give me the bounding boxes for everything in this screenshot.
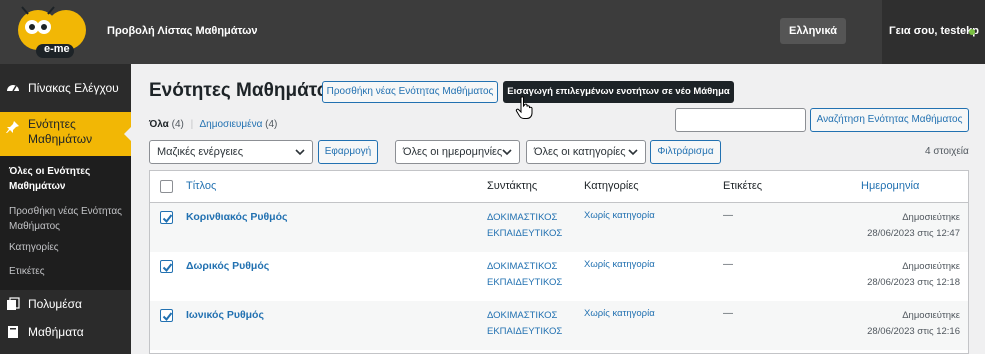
date-value: 28/06/2023 στις 12:47	[867, 228, 960, 239]
sidebar-item-label: Ενότητες Μαθημάτων	[28, 117, 93, 146]
sidebar-item-media[interactable]: Πολυμέσα	[0, 292, 131, 318]
sidebar-submenu: Όλες οι Ενότητες Μαθημάτων Προσθήκη νέας…	[0, 156, 131, 290]
select-all-checkbox[interactable]	[160, 180, 173, 193]
sidebar-item-label: Πίνακας Ελέγχου	[28, 81, 119, 95]
author-line: ΕΚΠΑΙΔΕΥΤΙΚΟΣ	[487, 326, 563, 337]
add-new-unit-button[interactable]: Προσθήκη νέας Ενότητας Μαθήματος	[322, 81, 498, 103]
filter-separator: |	[190, 119, 194, 130]
row-category-link[interactable]: Χωρίς κατηγορία	[584, 308, 655, 319]
row-date: Δημοσιεύτηκε 28/06/2023 στις 12:16	[840, 308, 960, 340]
row-checkbox[interactable]	[160, 211, 173, 224]
row-author-link[interactable]: ΔΟΚΙΜΑΣΤΙΚΟΣ ΕΚΠΑΙΔΕΥΤΙΚΟΣ	[487, 259, 597, 291]
check-icon	[162, 214, 173, 224]
table-header: Τίτλος Συντάκτης Κατηγορίες Ετικέτες Ημε…	[150, 171, 968, 203]
submenu-add-unit[interactable]: Προσθήκη νέας Ενότητας Μαθήματος	[9, 204, 127, 234]
pin-icon	[6, 120, 20, 134]
category-filter-select[interactable]: Όλες οι κατηγορίες	[526, 140, 646, 164]
row-tags: —	[723, 210, 733, 221]
current-indicator	[124, 127, 131, 141]
bulk-actions-select[interactable]: Μαζικές ενέργειες	[149, 140, 313, 164]
dashboard-icon	[6, 81, 20, 95]
row-author-link[interactable]: ΔΟΚΙΜΑΣΤΙΚΟΣ ΕΚΠΑΙΔΕΥΤΙΚΟΣ	[487, 308, 597, 340]
date-status: Δημοσιεύτηκε	[902, 212, 960, 223]
check-icon	[162, 263, 173, 273]
chevron-down-icon	[295, 149, 305, 156]
bulk-actions-value: Μαζικές ενέργειες	[157, 146, 243, 158]
sidebar-item-label: Πολυμέσα	[28, 297, 82, 311]
sidebar-item-lesson-units[interactable]: Ενότητες Μαθημάτων	[0, 112, 131, 156]
row-checkbox[interactable]	[160, 309, 173, 322]
import-selected-button[interactable]: Εισαγωγή επιλεγμένων ενοτήτων σε νέο Μάθ…	[503, 81, 734, 103]
author-line: ΕΚΠΑΙΔΕΥΤΙΚΟΣ	[487, 277, 563, 288]
filter-all-count: (4)	[171, 119, 184, 130]
table-row: Δωρικός Ρυθμός ΔΟΚΙΜΑΣΤΙΚΟΣ ΕΚΠΑΙΔΕΥΤΙΚΟ…	[150, 252, 968, 301]
table-row: Κορινθιακός Ρυθμός ΔΟΚΙΜΑΣΤΙΚΟΣ ΕΚΠΑΙΔΕΥ…	[150, 203, 968, 252]
row-title-link[interactable]: Ιωνικός Ρυθμός	[186, 309, 264, 321]
author-line: ΕΚΠΑΙΔΕΥΤΙΚΟΣ	[487, 228, 563, 239]
account-menu[interactable]: Γεια σου, testekp	[882, 0, 985, 64]
logo-text: e-me	[44, 43, 70, 55]
chevron-down-icon	[628, 149, 638, 156]
lesson-units-table: Τίτλος Συντάκτης Κατηγορίες Ετικέτες Ημε…	[149, 170, 969, 354]
filter-button[interactable]: Φιλτράρισμα	[650, 140, 721, 164]
date-status: Δημοσιεύτηκε	[902, 261, 960, 272]
top-bar: e-me Προβολή Λίστας Μαθημάτων Ελληνικά Γ…	[0, 0, 985, 64]
sidebar-item-lessons[interactable]: Μαθήματα	[0, 320, 131, 346]
language-button[interactable]: Ελληνικά	[780, 18, 846, 44]
date-value: 28/06/2023 στις 12:18	[867, 277, 960, 288]
date-status: Δημοσιεύτηκε	[902, 310, 960, 321]
row-title-link[interactable]: Κορινθιακός Ρυθμός	[186, 211, 287, 223]
search-input[interactable]	[675, 108, 806, 132]
site-title[interactable]: Προβολή Λίστας Μαθημάτων	[107, 25, 258, 37]
e-me-logo[interactable]: e-me	[8, 6, 100, 60]
filter-published-link[interactable]: Δημοσιευμένα	[199, 119, 262, 130]
date-value: 28/06/2023 στις 12:16	[867, 326, 960, 337]
column-author: Συντάκτης	[487, 180, 538, 192]
date-filter-value: Όλες οι ημερομηνίες	[403, 146, 503, 158]
filter-published-count: (4)	[265, 119, 278, 130]
column-categories: Κατηγορίες	[584, 180, 639, 192]
online-status-icon	[969, 29, 975, 35]
filter-all-link[interactable]: Όλα	[149, 119, 169, 130]
lessons-icon	[6, 325, 20, 339]
row-checkbox[interactable]	[160, 260, 173, 273]
search-button[interactable]: Αναζήτηση Ενότητας Μαθήματος	[810, 108, 969, 132]
category-filter-value: Όλες οι κατηγορίες	[534, 146, 626, 158]
status-filter-links: Όλα (4) | Δημοσιευμένα (4)	[149, 119, 277, 130]
media-icon	[6, 297, 20, 311]
submenu-tags[interactable]: Ετικέτες	[9, 264, 127, 279]
row-date: Δημοσιεύτηκε 28/06/2023 στις 12:18	[840, 259, 960, 291]
row-date: Δημοσιεύτηκε 28/06/2023 στις 12:47	[840, 210, 960, 242]
chevron-down-icon	[502, 149, 512, 156]
page-title: Ενότητες Μαθημάτων	[149, 80, 344, 101]
sidebar: Πίνακας Ελέγχου Ενότητες Μαθημάτων Όλες …	[0, 64, 131, 354]
row-category-link[interactable]: Χωρίς κατηγορία	[584, 210, 655, 221]
greeting-text: Γεια σου, testekp	[889, 25, 979, 37]
hand-cursor-icon	[515, 96, 535, 120]
author-line: ΔΟΚΙΜΑΣΤΙΚΟΣ	[487, 261, 558, 272]
submenu-all-units[interactable]: Όλες οι Ενότητες Μαθημάτων	[9, 164, 127, 194]
sidebar-item-dashboard[interactable]: Πίνακας Ελέγχου	[0, 72, 131, 102]
check-icon	[162, 312, 173, 322]
items-count: 4 στοιχεία	[925, 146, 969, 157]
apply-button[interactable]: Εφαρμογή	[318, 140, 378, 164]
column-date[interactable]: Ημερομηνία	[861, 180, 919, 192]
submenu-categories[interactable]: Κατηγορίες	[9, 240, 127, 255]
sidebar-item-label: Μαθήματα	[28, 325, 84, 339]
column-title[interactable]: Τίτλος	[186, 180, 216, 192]
row-tags: —	[723, 308, 733, 319]
column-tags: Ετικέτες	[723, 180, 763, 192]
row-category-link[interactable]: Χωρίς κατηγορία	[584, 259, 655, 270]
row-tags: —	[723, 259, 733, 270]
table-row: Ιωνικός Ρυθμός ΔΟΚΙΜΑΣΤΙΚΟΣ ΕΚΠΑΙΔΕΥΤΙΚΟ…	[150, 301, 968, 350]
row-author-link[interactable]: ΔΟΚΙΜΑΣΤΙΚΟΣ ΕΚΠΑΙΔΕΥΤΙΚΟΣ	[487, 210, 597, 242]
author-line: ΔΟΚΙΜΑΣΤΙΚΟΣ	[487, 310, 558, 321]
date-filter-select[interactable]: Όλες οι ημερομηνίες	[395, 140, 520, 164]
author-line: ΔΟΚΙΜΑΣΤΙΚΟΣ	[487, 212, 558, 223]
row-title-link[interactable]: Δωρικός Ρυθμός	[186, 260, 269, 272]
